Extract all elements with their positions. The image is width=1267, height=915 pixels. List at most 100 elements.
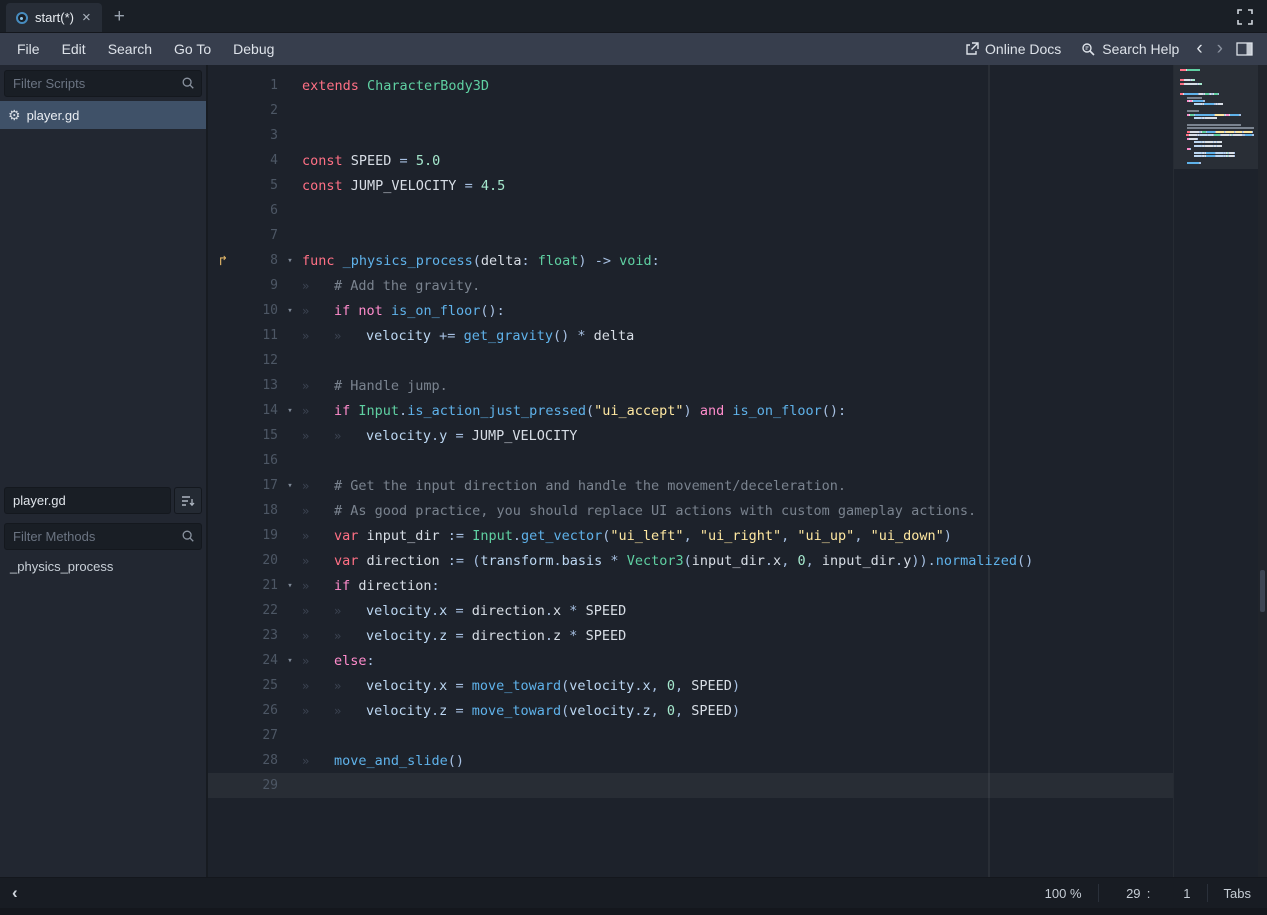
code-line-text: »»velocity.x = direction.x * SPEED xyxy=(302,603,626,619)
code-line-current[interactable]: 29 xyxy=(208,773,1173,798)
current-script-field: player.gd xyxy=(4,487,171,514)
code-line-text: »else: xyxy=(302,653,375,669)
code-line-text: const JUMP_VELOCITY = 4.5 xyxy=(302,178,505,194)
code-line[interactable]: 20»var direction := (transform.basis * V… xyxy=(208,548,1173,573)
panel-layout-icon[interactable] xyxy=(1236,42,1253,56)
code-line-text: »# Get the input direction and handle th… xyxy=(302,478,846,494)
script-item-player[interactable]: ⚙ player.gd xyxy=(0,101,206,129)
line-number: 5 xyxy=(238,178,278,193)
menu-file[interactable]: File xyxy=(6,33,51,65)
code-line[interactable]: 7 xyxy=(208,223,1173,248)
code-line[interactable]: 28»move_and_slide() xyxy=(208,748,1173,773)
menubar: File Edit Search Go To Debug Online Docs… xyxy=(0,33,1267,65)
code-line[interactable]: 27 xyxy=(208,723,1173,748)
scripts-list: ⚙ player.gd xyxy=(0,101,206,483)
fold-chevron-icon[interactable]: ▾ xyxy=(278,481,302,491)
menu-debug[interactable]: Debug xyxy=(222,33,285,65)
code-line[interactable]: 26 »»velocity.z = move_toward(velocity.z,… xyxy=(208,698,1173,723)
tool-script-icon: ⚙ xyxy=(8,107,21,124)
history-forward-button[interactable]: › xyxy=(1210,34,1230,64)
minimap[interactable] xyxy=(1173,65,1258,877)
code-line[interactable]: 14▾»if Input.is_action_just_pressed("ui_… xyxy=(208,398,1173,423)
code-line[interactable]: 5 const JUMP_VELOCITY = 4.5 xyxy=(208,173,1173,198)
code-text-area[interactable]: 1extends CharacterBody3D2 3 4const SPEED =… xyxy=(208,65,1173,877)
history-back-button[interactable]: ‹ xyxy=(1189,34,1209,64)
line-number: 19 xyxy=(238,528,278,543)
caret-column: 1 xyxy=(1157,886,1191,901)
line-number: 6 xyxy=(238,203,278,218)
scripts-panel-toggle[interactable]: ‹ xyxy=(0,883,30,903)
code-line-text: »# Add the gravity. xyxy=(302,278,480,294)
line-number: 11 xyxy=(238,328,278,343)
line-number: 3 xyxy=(238,128,278,143)
code-line[interactable]: 17▾»# Get the input direction and handle… xyxy=(208,473,1173,498)
online-docs-button[interactable]: Online Docs xyxy=(955,33,1071,65)
distraction-free-icon[interactable] xyxy=(1237,9,1253,25)
code-line[interactable]: 25»»velocity.x = move_toward(velocity.x,… xyxy=(208,673,1173,698)
external-link-icon xyxy=(965,42,979,56)
search-help-button[interactable]: Search Help xyxy=(1071,33,1189,65)
fold-chevron-icon[interactable]: ▾ xyxy=(278,581,302,591)
scrollbar-grabber[interactable] xyxy=(1260,570,1265,612)
code-line[interactable]: 12 xyxy=(208,348,1173,373)
tab-start-script[interactable]: start(*) × xyxy=(6,3,102,32)
filter-scripts-input[interactable] xyxy=(4,70,202,97)
scripts-sidebar: ⚙ player.gd player.gd xyxy=(0,65,208,877)
line-number: 8 xyxy=(238,253,278,268)
line-number: 15 xyxy=(238,428,278,443)
zoom-level[interactable]: 100 % xyxy=(1029,886,1098,901)
menu-search[interactable]: Search xyxy=(97,33,163,65)
line-number: 10 xyxy=(238,303,278,318)
fold-chevron-icon[interactable]: ▾ xyxy=(278,406,302,416)
fold-chevron-icon[interactable]: ▾ xyxy=(278,256,302,266)
code-editor[interactable]: 1extends CharacterBody3D2 3 4const SPEED =… xyxy=(208,65,1267,877)
code-line[interactable]: 4const SPEED = 5.0 xyxy=(208,148,1173,173)
window-edge xyxy=(0,908,1267,915)
new-tab-button[interactable]: + xyxy=(102,6,137,32)
search-icon xyxy=(181,529,195,543)
code-line[interactable]: 16 xyxy=(208,448,1173,473)
sort-methods-button[interactable] xyxy=(174,487,202,514)
code-line[interactable]: 24▾»else: xyxy=(208,648,1173,673)
code-line-text: »move_and_slide() xyxy=(302,753,464,769)
code-line[interactable]: 3 xyxy=(208,123,1173,148)
code-line-text: »»velocity.x = move_toward(velocity.x, 0… xyxy=(302,678,740,694)
search-help-icon xyxy=(1081,42,1096,57)
fold-chevron-icon[interactable]: ▾ xyxy=(278,656,302,666)
line-number: 26 xyxy=(238,703,278,718)
fold-chevron-icon[interactable]: ▾ xyxy=(278,306,302,316)
code-line[interactable]: 9»# Add the gravity. xyxy=(208,273,1173,298)
code-line[interactable]: 10▾»if not is_on_floor(): xyxy=(208,298,1173,323)
code-line[interactable]: 18»# As good practice, you should replac… xyxy=(208,498,1173,523)
code-line[interactable]: 11 »»velocity += get_gravity() * delta xyxy=(208,323,1173,348)
line-number: 4 xyxy=(238,153,278,168)
indent-type[interactable]: Tabs xyxy=(1208,886,1267,901)
code-line[interactable]: 21▾»if direction: xyxy=(208,573,1173,598)
code-line[interactable]: 1extends CharacterBody3D xyxy=(208,73,1173,98)
godot-script-editor-window: start(*) × + File Edit Search Go To Debu… xyxy=(0,0,1267,915)
code-line[interactable]: 19»var input_dir := Input.get_vector("ui… xyxy=(208,523,1173,548)
method-item-physics-process[interactable]: _physics_process xyxy=(0,554,206,580)
code-line-text: »»velocity += get_gravity() * delta xyxy=(302,328,634,344)
code-line-text: »# As good practice, you should replace … xyxy=(302,503,976,519)
code-line[interactable]: 23»»velocity.z = direction.z * SPEED xyxy=(208,623,1173,648)
close-tab-icon[interactable]: × xyxy=(81,10,92,25)
filter-methods-input[interactable] xyxy=(4,523,202,550)
vertical-scrollbar[interactable] xyxy=(1258,65,1267,877)
code-line[interactable]: 2 xyxy=(208,98,1173,123)
code-line-text: »»velocity.z = move_toward(velocity.z, 0… xyxy=(302,703,740,719)
line-number: 22 xyxy=(238,603,278,618)
main-area: ⚙ player.gd player.gd xyxy=(0,65,1267,877)
caret-line: 29 xyxy=(1115,886,1141,901)
line-number: 21 xyxy=(238,578,278,593)
menu-goto[interactable]: Go To xyxy=(163,33,222,65)
code-line[interactable]: 6 xyxy=(208,198,1173,223)
code-line[interactable]: ↱8▾func _physics_process(delta: float) -… xyxy=(208,248,1173,273)
caret-position: 29 : 1 xyxy=(1099,886,1207,901)
code-line[interactable]: 13»# Handle jump. xyxy=(208,373,1173,398)
code-line[interactable]: 22 »»velocity.x = direction.x * SPEED xyxy=(208,598,1173,623)
code-line-text: func _physics_process(delta: float) -> v… xyxy=(302,253,660,269)
code-line[interactable]: 15»»velocity.y = JUMP_VELOCITY xyxy=(208,423,1173,448)
code-line-text: extends CharacterBody3D xyxy=(302,78,489,94)
menu-edit[interactable]: Edit xyxy=(51,33,97,65)
